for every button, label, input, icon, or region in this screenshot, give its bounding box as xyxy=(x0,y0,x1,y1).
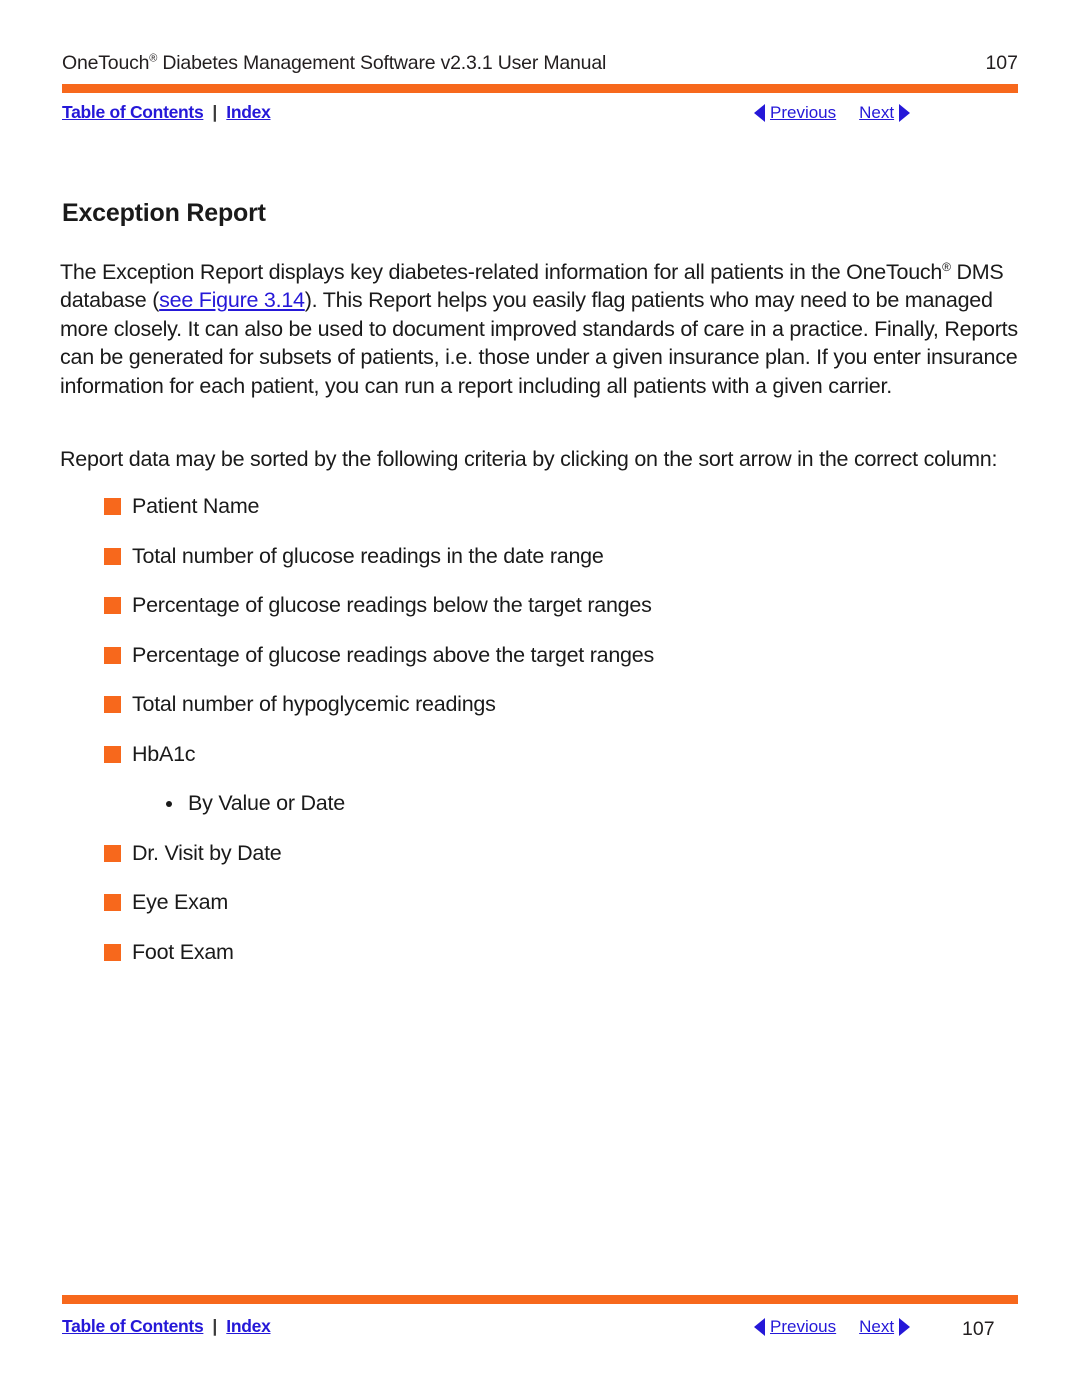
footer-orange-rule xyxy=(62,1295,1018,1304)
bottom-navigation-bar: Table of Contents | Index Previous Next … xyxy=(62,1316,1018,1342)
orange-square-bullet-icon xyxy=(104,597,121,614)
previous-link-top[interactable]: Previous xyxy=(770,103,836,123)
orange-square-bullet-icon xyxy=(104,696,121,713)
nav-separator-top: | xyxy=(212,102,218,122)
list-item: Percentage of glucose readings above the… xyxy=(104,641,1004,691)
sub-list-item-label: By Value or Date xyxy=(188,791,345,815)
registered-trademark-icon-body: ® xyxy=(942,259,951,274)
list-item-label: Eye Exam xyxy=(132,890,228,914)
section-heading: Exception Report xyxy=(62,198,266,227)
table-of-contents-link-top[interactable]: Table of Contents xyxy=(62,102,204,123)
list-item: Eye Exam xyxy=(104,888,1004,938)
bottom-nav-right-group: Previous Next xyxy=(754,1317,911,1337)
next-link-bottom[interactable]: Next xyxy=(859,1317,894,1337)
intro-paragraph: The Exception Report displays key diabet… xyxy=(60,258,1028,401)
orange-square-bullet-icon xyxy=(104,943,121,961)
next-link-top[interactable]: Next xyxy=(859,103,894,123)
manual-title-prefix: OneTouch xyxy=(62,52,150,74)
list-item: Total number of glucose readings in the … xyxy=(104,542,1004,592)
list-item-label: Dr. Visit by Date xyxy=(132,840,282,865)
list-item-label: HbA1c xyxy=(132,741,196,766)
sort-criteria-list: Patient Name Total number of glucose rea… xyxy=(104,492,1004,987)
list-item: HbA1c xyxy=(104,740,1004,790)
list-item: Percentage of glucose readings below the… xyxy=(104,591,1004,641)
index-link-top[interactable]: Index xyxy=(226,102,271,123)
document-page: OneTouch ® Diabetes Management Software v… xyxy=(0,0,1080,1397)
list-item-label: Patient Name xyxy=(132,494,260,518)
list-item-label: Percentage of glucose readings above the… xyxy=(132,642,654,667)
list-item: Dr. Visit by Date xyxy=(104,839,1004,889)
nav-separator-bottom: | xyxy=(212,1316,218,1336)
page-header: OneTouch® Diabetes Management Software v… xyxy=(62,52,1018,75)
orange-square-bullet-icon xyxy=(104,498,121,515)
triangle-right-icon-bottom[interactable] xyxy=(899,1318,911,1336)
table-of-contents-link-bottom[interactable]: Table of Contents xyxy=(62,1316,204,1337)
triangle-right-icon-top[interactable] xyxy=(899,104,911,122)
top-nav-left-group: Table of Contents | Index xyxy=(62,102,271,123)
list-item-label: Percentage of glucose readings below the… xyxy=(132,593,652,617)
round-bullet-icon xyxy=(166,801,172,807)
orange-square-bullet-icon xyxy=(104,894,121,911)
triangle-left-icon-bottom[interactable] xyxy=(754,1318,765,1336)
index-link-bottom[interactable]: Index xyxy=(226,1316,271,1337)
top-nav-right-group: Previous Next xyxy=(754,103,911,123)
sub-list-item: By Value or Date xyxy=(104,789,1004,839)
header-page-number: 107 xyxy=(985,52,1018,74)
list-item: Total number of hypoglycemic readings xyxy=(104,690,1004,740)
header-orange-rule xyxy=(62,84,1018,93)
orange-square-bullet-icon xyxy=(104,844,121,862)
list-item-label: Total number of hypoglycemic readings xyxy=(132,692,496,716)
see-figure-link[interactable]: see Figure 3.14 xyxy=(159,288,305,312)
previous-link-bottom[interactable]: Previous xyxy=(770,1317,836,1337)
manual-title-rest: Diabetes Management Software v2.3.1 User… xyxy=(157,52,607,74)
list-item-label: Total number of glucose readings in the … xyxy=(132,543,604,568)
sort-criteria-paragraph: Report data may be sorted by the followi… xyxy=(60,446,998,471)
footer-page-number: 107 xyxy=(962,1318,995,1340)
triangle-left-icon-top[interactable] xyxy=(754,104,765,122)
list-item: Patient Name xyxy=(104,492,1004,542)
list-item-label: Foot Exam xyxy=(132,939,234,964)
bottom-nav-left-group: Table of Contents | Index xyxy=(62,1316,271,1337)
orange-square-bullet-icon xyxy=(104,745,121,763)
manual-title: OneTouch® Diabetes Management Software v… xyxy=(62,52,606,75)
orange-square-bullet-icon xyxy=(104,547,121,565)
orange-square-bullet-icon xyxy=(104,646,121,664)
intro-paragraph-part-a: The Exception Report displays key diabet… xyxy=(60,259,943,284)
top-navigation-bar: Table of Contents | Index Previous Next xyxy=(62,102,1018,128)
list-item: Foot Exam xyxy=(104,938,1004,988)
